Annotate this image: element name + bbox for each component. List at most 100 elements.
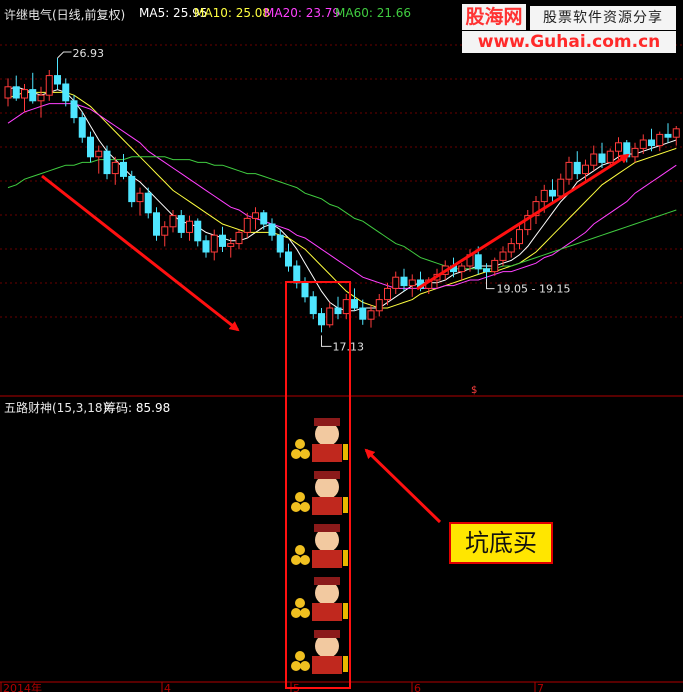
candle bbox=[549, 179, 556, 202]
ingot-shape bbox=[343, 550, 348, 566]
ingot-shape bbox=[343, 603, 348, 619]
price-grid bbox=[0, 44, 683, 318]
stock-title: 许继电气(日线,前复权) bbox=[4, 8, 126, 22]
candle-body bbox=[499, 251, 507, 261]
candle bbox=[351, 288, 358, 311]
ingot-shape bbox=[343, 656, 348, 672]
ma-line-ma5 bbox=[7, 86, 677, 312]
hat-shape bbox=[314, 524, 340, 532]
hat-shape bbox=[314, 630, 340, 638]
candle-body bbox=[153, 212, 160, 236]
candle-body bbox=[128, 175, 136, 203]
candle bbox=[252, 207, 259, 230]
candle-body bbox=[210, 234, 218, 253]
candle bbox=[367, 305, 375, 328]
coin-shape bbox=[295, 598, 305, 608]
ma-line-ma20 bbox=[7, 103, 677, 289]
coin-shape bbox=[300, 555, 310, 565]
candle bbox=[161, 221, 169, 247]
robe-shape bbox=[312, 497, 342, 515]
low-label: 17.13 bbox=[333, 340, 365, 353]
candle-body bbox=[326, 307, 334, 326]
candle-body bbox=[507, 243, 515, 253]
candle-body bbox=[367, 310, 375, 320]
candle bbox=[664, 123, 672, 143]
range-label: 19.05 - 19.15 bbox=[497, 283, 571, 296]
candle bbox=[219, 226, 226, 252]
callout-label: 坑底买 bbox=[449, 522, 553, 564]
candle-body bbox=[648, 139, 655, 147]
candle-body bbox=[375, 299, 383, 312]
candle bbox=[235, 229, 243, 250]
candle-body bbox=[342, 299, 350, 315]
candle-body bbox=[549, 189, 556, 197]
candle bbox=[87, 131, 94, 163]
candle bbox=[128, 170, 136, 208]
candle bbox=[120, 154, 127, 180]
candle bbox=[45, 70, 53, 101]
candle-body bbox=[54, 75, 61, 85]
candle bbox=[507, 238, 515, 258]
candle bbox=[301, 277, 309, 303]
candle-body bbox=[111, 161, 119, 175]
coin-shape bbox=[295, 545, 305, 555]
hat-shape bbox=[314, 418, 340, 426]
chart-canvas: 26.9317.1319.05 - 19.15$ 2014年 4 5 6 7 bbox=[0, 44, 683, 692]
candle-body bbox=[4, 86, 12, 99]
fortune-god-icon bbox=[291, 471, 348, 515]
candle bbox=[4, 78, 12, 107]
candle bbox=[639, 134, 647, 154]
candle bbox=[136, 187, 144, 216]
candle-body bbox=[400, 276, 408, 287]
candle bbox=[400, 268, 408, 292]
hat-shape bbox=[314, 471, 340, 479]
x-label: 7 bbox=[537, 682, 544, 692]
candle bbox=[78, 112, 86, 143]
candle-body bbox=[483, 268, 490, 273]
candle bbox=[153, 207, 160, 241]
coin-shape bbox=[300, 661, 310, 671]
coin-shape bbox=[291, 661, 301, 671]
coin-shape bbox=[300, 608, 310, 618]
candle bbox=[334, 296, 342, 320]
candle bbox=[285, 243, 292, 272]
candle bbox=[276, 229, 284, 258]
candle-body bbox=[161, 226, 169, 236]
candle bbox=[392, 271, 400, 294]
x-label: 6 bbox=[414, 682, 421, 692]
candle-body bbox=[351, 299, 358, 309]
fortune-god-icon bbox=[291, 577, 348, 621]
candle bbox=[21, 84, 28, 112]
candle-body bbox=[557, 178, 565, 197]
candle-body bbox=[309, 296, 317, 315]
coin-shape bbox=[300, 449, 310, 459]
candle bbox=[375, 294, 383, 317]
candle-body bbox=[384, 287, 391, 301]
fortune-god-icon bbox=[291, 630, 348, 674]
candle-body bbox=[565, 161, 573, 180]
indicator-name: 五路财神(15,3,18) bbox=[4, 401, 108, 415]
coin-shape bbox=[295, 651, 305, 661]
x-label: 4 bbox=[164, 682, 171, 692]
fortune-god-icon bbox=[291, 524, 348, 568]
candle bbox=[532, 196, 540, 224]
candle-body bbox=[631, 147, 639, 158]
site-url: www.Guhai.com.cn bbox=[462, 31, 676, 53]
candle bbox=[177, 210, 185, 238]
candle bbox=[186, 215, 193, 241]
candle-body bbox=[12, 86, 20, 99]
candle-body bbox=[540, 189, 548, 203]
candle bbox=[202, 235, 210, 258]
candle-body bbox=[582, 164, 589, 175]
x-axis-labels: 2014年 4 5 6 7 bbox=[0, 681, 544, 692]
signal-icons bbox=[291, 418, 348, 674]
candle-body bbox=[334, 307, 342, 315]
range-leader bbox=[486, 278, 495, 290]
candle-body bbox=[136, 192, 144, 203]
site-slogan: 股票软件资源分享 bbox=[530, 6, 676, 30]
candle-body bbox=[21, 89, 28, 99]
candle-body bbox=[656, 133, 664, 147]
candle-body bbox=[260, 212, 268, 225]
candle bbox=[582, 159, 589, 182]
candle bbox=[62, 78, 70, 107]
